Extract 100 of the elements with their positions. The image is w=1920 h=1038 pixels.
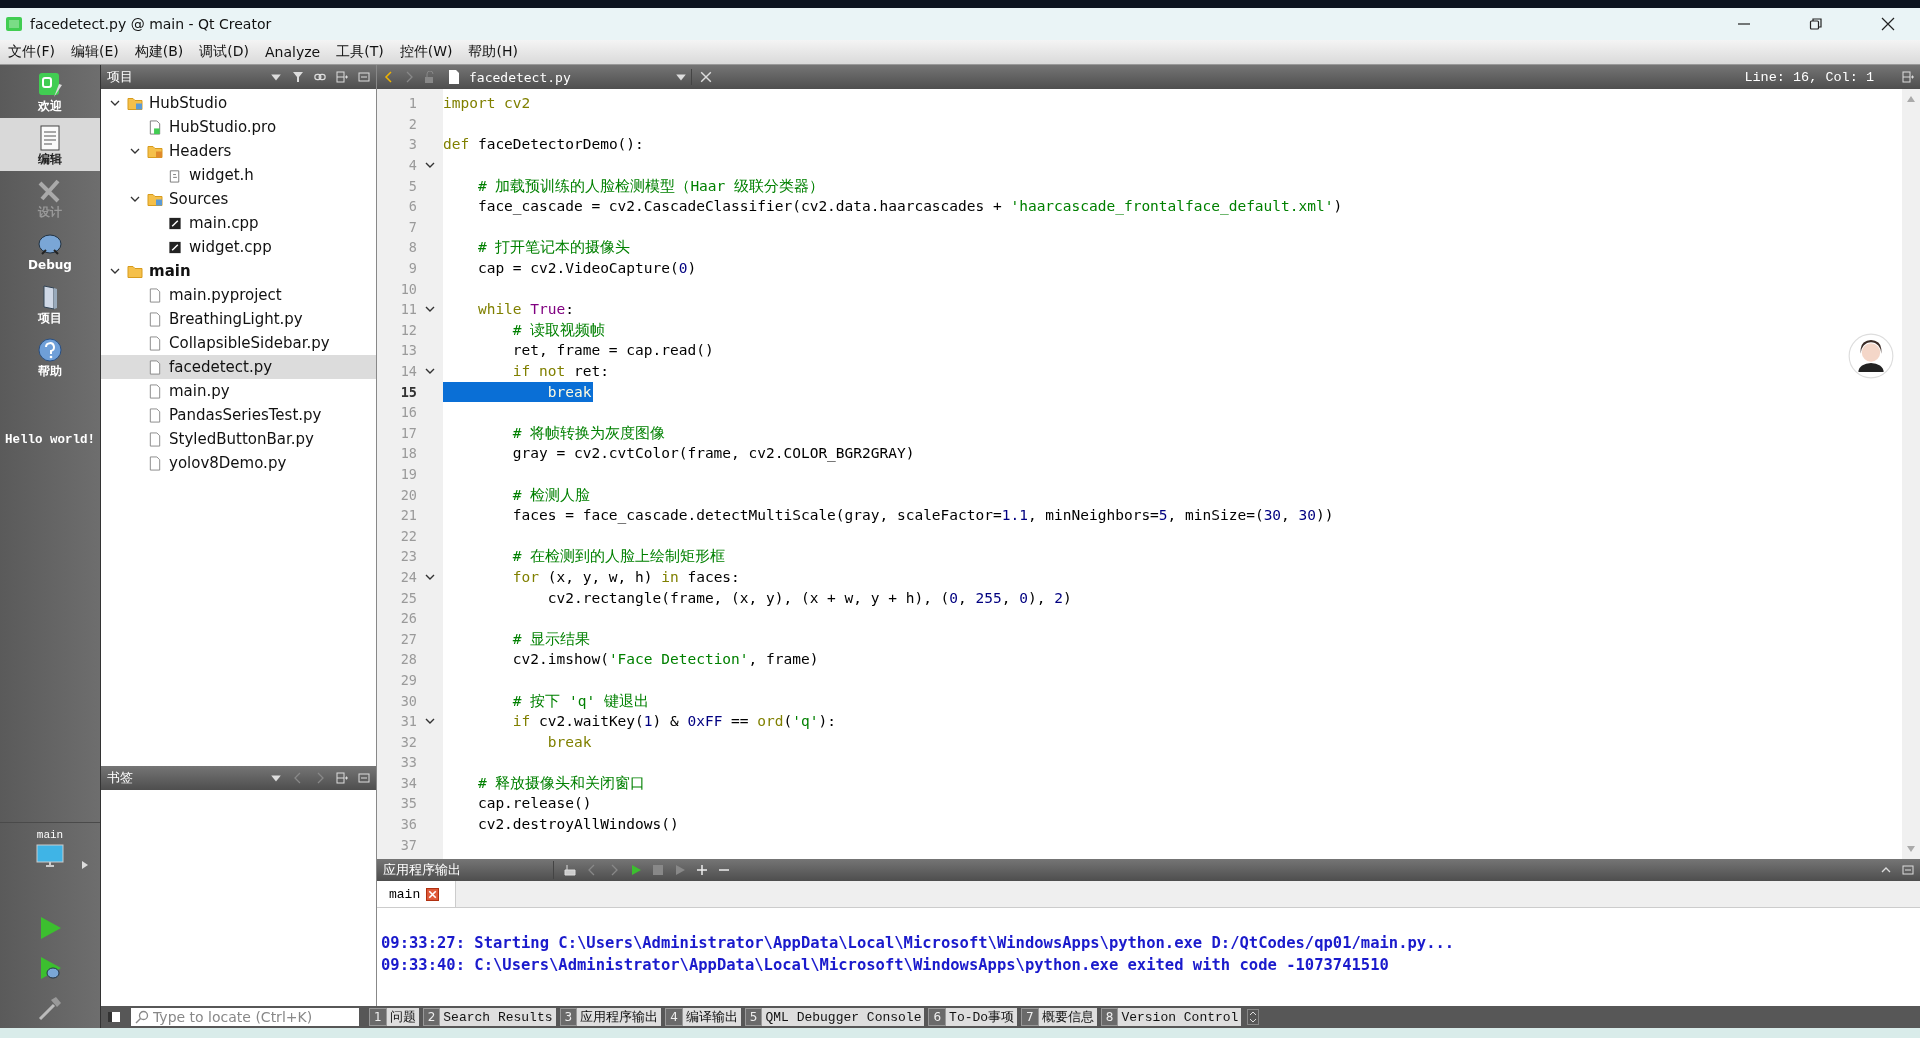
menu-item[interactable]: 帮助(H) — [466, 43, 520, 61]
zoom-in-icon[interactable] — [696, 864, 708, 876]
menu-item[interactable]: Analyze — [263, 44, 323, 60]
menu-item[interactable]: 工具(T) — [334, 43, 386, 61]
line-number: 30 — [399, 692, 417, 709]
clear-icon[interactable] — [564, 864, 576, 876]
output-pane-button[interactable]: 6 To-Do事项 — [928, 1008, 1018, 1026]
split-icon[interactable] — [336, 71, 348, 83]
line-number: 21 — [399, 507, 417, 524]
code-line: # 在检测到的人脸上绘制矩形框 — [511, 547, 726, 567]
menu-item[interactable]: 编辑(E) — [69, 43, 121, 61]
pane-label: 编译输出 — [682, 1008, 741, 1026]
split-icon[interactable] — [1902, 71, 1914, 83]
line-number: 36 — [399, 816, 417, 833]
tree-item[interactable]: StyledButtonBar.py — [101, 427, 376, 451]
code-line: cap.release() — [476, 794, 592, 814]
output-pane-button[interactable]: 8 Version Control — [1100, 1008, 1242, 1026]
output-pane-button[interactable]: 3 应用程序输出 — [559, 1008, 662, 1026]
tree-item[interactable]: main.pyproject — [101, 283, 376, 307]
code-line: gray = cv2.cvtColor(frame, cv2.COLOR_BGR2GRAY) — [511, 444, 915, 464]
tree-item[interactable]: yolov8Demo.py — [101, 451, 376, 475]
pane-number: 1 — [369, 1008, 387, 1026]
tree-item[interactable]: HubStudio.pro — [101, 115, 376, 139]
output-pane-button[interactable]: 5 QML Debugger Console — [744, 1008, 925, 1026]
line-number: 3 — [407, 136, 417, 153]
output-pane-button[interactable]: 7 概要信息 — [1021, 1008, 1097, 1026]
kit-selector[interactable]: main — [0, 829, 100, 868]
code-line: if cv2.waitKey(1) & 0xFF == ord('q'): — [511, 712, 836, 732]
line-number: 22 — [399, 527, 417, 544]
mode-button[interactable]: 帮助 — [0, 330, 100, 383]
close-icon[interactable] — [426, 887, 440, 901]
code-line: # 检测人脸 — [511, 485, 591, 505]
mode-button[interactable]: 欢迎 — [0, 65, 100, 118]
tree-item[interactable]: HubStudio — [101, 91, 376, 115]
mode-button[interactable]: 编辑 — [0, 118, 100, 171]
tree-item[interactable]: CollapsibleSidebar.py — [101, 331, 376, 355]
line-number: 34 — [399, 774, 417, 791]
file-icon — [147, 287, 163, 303]
code-line: break — [546, 732, 592, 752]
tree-item[interactable]: PandasSeriesTest.py — [101, 403, 376, 427]
menu-item[interactable]: 调试(D) — [197, 43, 251, 61]
split-icon[interactable] — [336, 772, 348, 784]
line-number: 5 — [407, 177, 417, 194]
file-selector[interactable]: facedetect.py — [443, 69, 692, 85]
hammer-icon[interactable] — [36, 994, 64, 1022]
tree-item[interactable]: BreathingLight.py — [101, 307, 376, 331]
close-pane-icon[interactable] — [1902, 864, 1914, 876]
line-number: 7 — [407, 218, 417, 235]
output-pane-button[interactable]: 2 Search Results — [422, 1008, 556, 1026]
line-number: 37 — [399, 836, 417, 853]
pane-number: 4 — [665, 1008, 683, 1026]
folder-icon — [147, 191, 163, 207]
code-line: # 将帧转换为灰度图像 — [511, 423, 666, 443]
tree-item[interactable]: widget.cpp — [101, 235, 376, 259]
line-number: 13 — [399, 342, 417, 359]
line-number: 31 — [399, 713, 417, 730]
tree-item[interactable]: main.py — [101, 379, 376, 403]
monitor-icon — [36, 844, 64, 868]
tree-item[interactable]: widget.h — [101, 163, 376, 187]
line-number: 35 — [399, 795, 417, 812]
close-icon[interactable] — [1881, 17, 1895, 31]
line-number: 11 — [399, 301, 417, 318]
run-icon[interactable] — [630, 864, 642, 876]
file-icon — [147, 455, 163, 471]
pane-number: 5 — [744, 1008, 763, 1026]
code-line: import cv2 — [443, 94, 531, 114]
close-pane-icon[interactable] — [358, 772, 370, 784]
tree-item[interactable]: main.cpp — [101, 211, 376, 235]
line-number: 15 — [399, 383, 417, 400]
line-number: 19 — [399, 466, 417, 482]
locator-field[interactable]: Type to locate (Ctrl+K) — [131, 1008, 359, 1026]
code-line: while True: — [476, 300, 574, 320]
menu-item[interactable]: 构建(B) — [132, 43, 186, 61]
close-pane-icon[interactable] — [358, 71, 370, 83]
output-pane-button[interactable]: 1 问题 — [369, 1008, 419, 1026]
folder-icon — [147, 143, 163, 159]
file-icon — [147, 383, 163, 399]
code-line: cv2.imshow('Face Detection', frame) — [511, 650, 819, 670]
code-line: if not ret: — [511, 362, 609, 381]
file-icon — [147, 407, 163, 423]
tree-item[interactable]: Headers — [101, 139, 376, 163]
avatar[interactable] — [1848, 333, 1894, 379]
code-line: ret, frame = cap.read() — [511, 341, 714, 361]
tree-item[interactable]: facedetect.py — [101, 355, 376, 379]
pane-label: 应用程序输出 — [577, 1008, 662, 1026]
mode-button[interactable]: Debug — [0, 224, 100, 277]
filter-icon[interactable] — [292, 71, 304, 83]
mode-button[interactable]: 项目 — [0, 277, 100, 330]
code-line: face_cascade = cv2.CascadeClassifier(cv2.data.haarcascades + 'haarcascade_frontalface_default.xml') — [476, 197, 1343, 217]
line-number: 4 — [407, 157, 417, 174]
up-down-arrow-icon[interactable] — [1247, 1009, 1260, 1025]
menu-item[interactable]: 文件(F) — [6, 43, 57, 61]
output-tab[interactable]: main — [377, 881, 457, 907]
menu-item[interactable]: 控件(W) — [397, 43, 455, 61]
link-icon[interactable] — [314, 71, 326, 83]
tree-item[interactable]: main — [101, 259, 376, 283]
sidebar-toggle-icon[interactable] — [107, 1011, 121, 1023]
restore-icon[interactable] — [1809, 17, 1823, 31]
tree-item[interactable]: Sources — [101, 187, 376, 211]
output-pane-button[interactable]: 4 编译输出 — [665, 1008, 741, 1026]
